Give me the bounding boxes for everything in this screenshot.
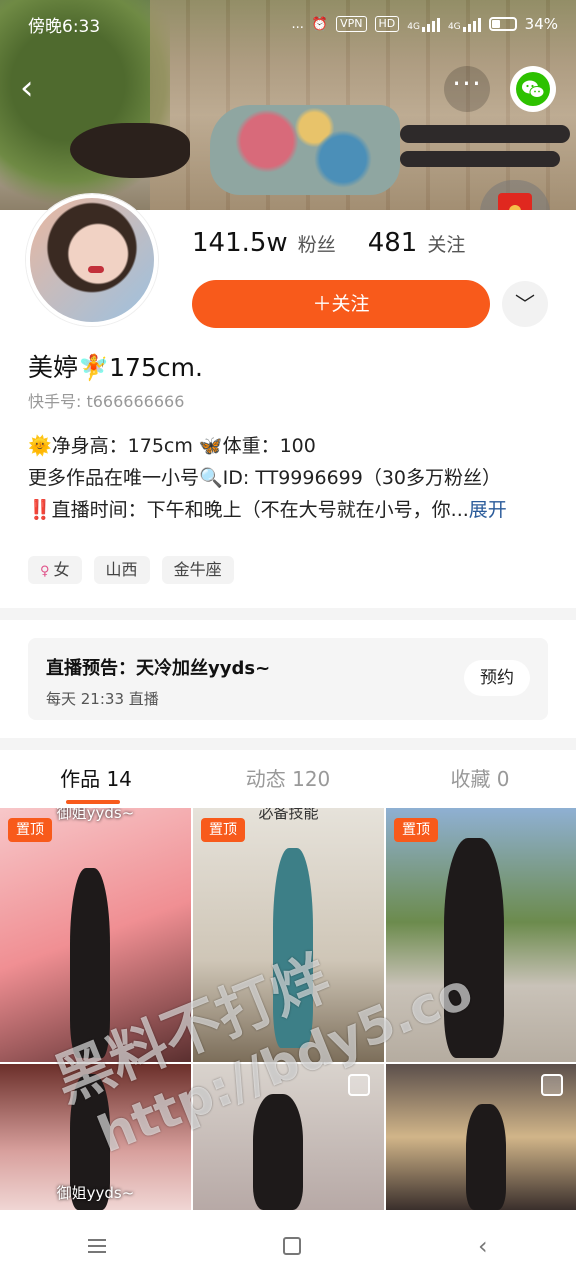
pinned-badge: 置顶 <box>201 818 245 842</box>
wechat-icon[interactable] <box>510 66 556 112</box>
system-nav-bar: ‹ <box>0 1212 576 1280</box>
cover-photo <box>70 95 570 195</box>
profile-bio: 🌞净身高：175cm 🦋体重：100 更多作品在唯一小号🔍ID: TT99966… <box>28 430 548 526</box>
status-time: 傍晚6:33 <box>28 16 101 37</box>
female-icon: ♀ <box>40 564 50 579</box>
menu-icon[interactable] <box>88 1239 107 1253</box>
profile-name: 美婷🧚175cm. <box>28 353 203 382</box>
tab-works[interactable]: 作品 14 <box>0 750 192 808</box>
avatar[interactable] <box>26 194 158 326</box>
tag-location: 山西 <box>93 556 150 584</box>
content-tabs: 作品 14 动态 120 收藏 0 <box>0 750 576 808</box>
profile-info: 141.5w 粉丝 481 关注 ＋关注 ﹀ 美婷🧚175cm. 快手号: t6… <box>0 194 576 610</box>
select-checkbox[interactable] <box>541 1074 563 1096</box>
following-label[interactable]: 关注 <box>427 230 465 257</box>
live-preview-card[interactable]: 直播预告：天冷加丝yyds~ 每天 21:33 直播 预约 <box>28 638 548 720</box>
bio-line: ‼️直播时间：下午和晚上（不在大号就在小号，你...展开 <box>28 499 507 521</box>
profile-page: 傍晚6:33 ... ⏰ VPN HD 4G 4G 34% ‹ ··· 141.… <box>0 0 576 1280</box>
status-bar: 傍晚6:33 ... ⏰ VPN HD 4G 4G 34% <box>0 0 576 48</box>
user-id: 快手号: t666666666 <box>28 392 185 411</box>
tag-gender: ♀ 女 <box>28 556 82 584</box>
chevron-left-icon[interactable]: ‹ <box>20 68 50 108</box>
followers-label[interactable]: 粉丝 <box>298 230 336 257</box>
video-caption: 御姐yyds~ <box>56 1184 135 1202</box>
hd-badge: HD <box>374 16 400 32</box>
tag-zodiac: 金牛座 <box>161 556 234 584</box>
profile-tags: ♀ 女 山西 金牛座 <box>28 556 234 584</box>
square-icon[interactable] <box>283 1237 302 1255</box>
more-icon[interactable]: ··· <box>444 66 490 112</box>
tab-moments[interactable]: 动态 120 <box>192 750 384 808</box>
battery-percent: 34% <box>524 15 558 33</box>
follow-button[interactable]: ＋关注 <box>192 280 490 328</box>
vpn-badge: VPN <box>336 16 367 32</box>
video-thumbnail[interactable] <box>386 1064 576 1210</box>
signal-icon-2: 4G <box>448 16 481 32</box>
chevron-down-icon[interactable]: ﹀ <box>502 281 548 327</box>
pinned-badge: 置顶 <box>394 818 438 842</box>
expand-link[interactable]: 展开 <box>469 499 507 521</box>
reserve-button[interactable]: 预约 <box>464 660 530 696</box>
live-title: 直播预告：天冷加丝yyds~ <box>46 658 271 679</box>
pinned-badge: 置顶 <box>8 818 52 842</box>
notification-dots: ... <box>291 16 304 32</box>
battery-icon <box>488 17 517 31</box>
section-divider <box>0 738 576 750</box>
following-count[interactable]: 481 <box>368 228 418 258</box>
profile-stats: 141.5w 粉丝 481 关注 <box>192 228 487 258</box>
live-schedule: 每天 21:33 直播 <box>46 690 159 708</box>
section-divider <box>0 608 576 620</box>
select-checkbox[interactable] <box>348 1074 370 1096</box>
followers-count[interactable]: 141.5w <box>192 228 288 258</box>
alarm-icon: ⏰ <box>311 16 329 32</box>
tab-favorites[interactable]: 收藏 0 <box>384 750 576 808</box>
cover-banner: 傍晚6:33 ... ⏰ VPN HD 4G 4G 34% ‹ ··· <box>0 0 576 210</box>
bio-line: 🌞净身高：175cm 🦋体重：100 <box>28 435 316 457</box>
back-triangle-icon[interactable]: ‹ <box>478 1232 488 1260</box>
bio-line: 更多作品在唯一小号🔍ID: TT9996699（30多万粉丝） <box>28 467 502 489</box>
signal-icon: 4G <box>407 16 440 32</box>
